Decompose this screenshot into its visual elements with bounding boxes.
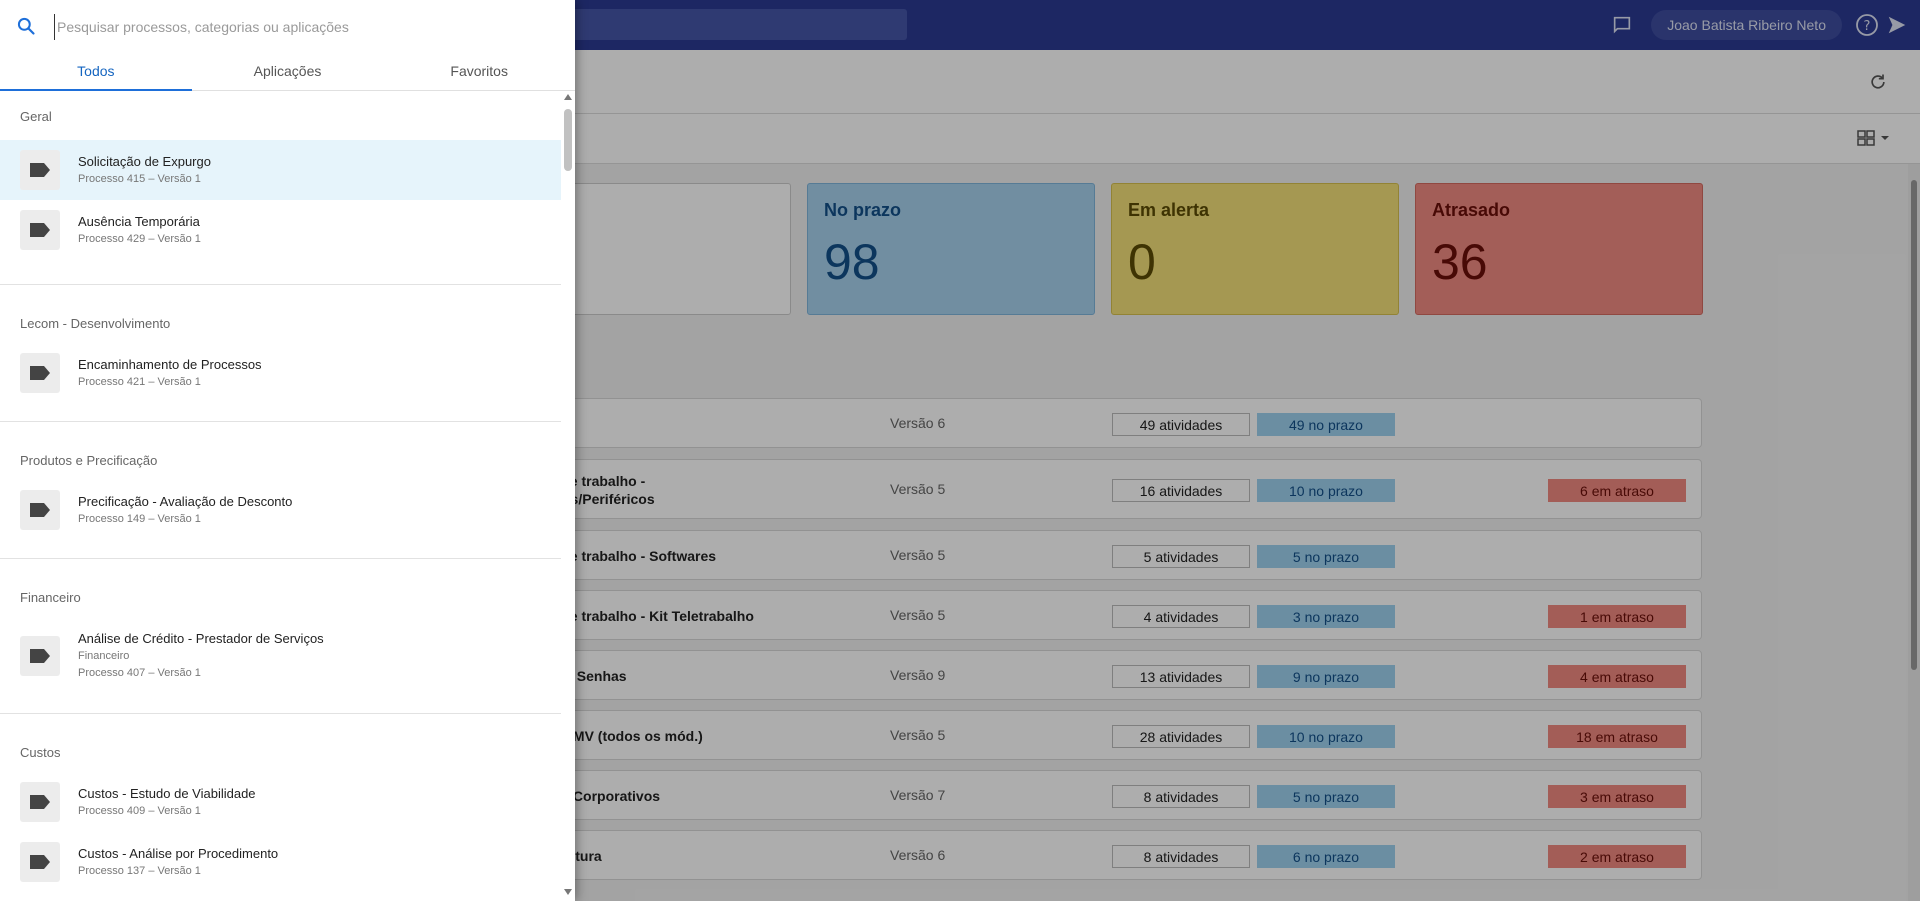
- process-name: Encaminhamento de Processos: [78, 356, 262, 372]
- tag-icon: [20, 490, 60, 530]
- process-list-item[interactable]: Encaminhamento de Processos Processo 421 …: [0, 343, 561, 403]
- process-meta: Processo 409 – Versão 1: [78, 804, 201, 817]
- group-title: Lecom - Desenvolvimento: [20, 316, 171, 331]
- process-list-item[interactable]: Ausência Temporária Processo 429 – Versão…: [0, 200, 561, 260]
- process-list-item[interactable]: Precificação - Avaliação de Desconto Proc…: [0, 480, 561, 540]
- tab-todos[interactable]: Todos: [0, 52, 192, 91]
- group-title: Custos: [20, 745, 61, 760]
- process-name: Análise de Crédito - Prestador de Serviç…: [78, 631, 324, 646]
- process-category: Financeiro: [78, 650, 130, 662]
- process-meta: Processo 421 – Versão 1: [78, 375, 201, 388]
- tag-icon: [20, 353, 60, 393]
- process-group: Geral Solicitação de Expurgo Processo 415 …: [0, 92, 561, 285]
- tab-aplicacoes[interactable]: Aplicações: [192, 52, 384, 90]
- process-group: Custos Custos - Estudo de Viabilidade Proc…: [0, 714, 561, 901]
- search-input[interactable]: [54, 14, 554, 40]
- process-list: Geral Solicitação de Expurgo Processo 415 …: [0, 92, 561, 901]
- scroll-down-arrow[interactable]: [564, 889, 572, 895]
- process-name: Ausência Temporária: [78, 213, 200, 229]
- drawer-search-bar: [0, 0, 575, 52]
- process-list-item[interactable]: Custos - Estudo de Viabilidade Processo 4…: [0, 772, 561, 832]
- process-meta: Processo 429 – Versão 1: [78, 232, 201, 245]
- drawer-scrollbar[interactable]: [561, 92, 575, 901]
- process-name: Custos - Estudo de Viabilidade: [78, 785, 256, 801]
- process-meta: Processo 137 – Versão 1: [78, 864, 201, 877]
- process-meta: Processo 149 – Versão 1: [78, 512, 201, 525]
- scrollbar-thumb[interactable]: [564, 109, 572, 171]
- tag-icon: [20, 150, 60, 190]
- process-group: Lecom - Desenvolvimento Encaminhamento de…: [0, 285, 561, 422]
- group-title: Financeiro: [20, 590, 81, 605]
- process-list-item[interactable]: Solicitação de Expurgo Processo 415 – Ver…: [0, 140, 561, 200]
- tag-icon: [20, 210, 60, 250]
- process-meta: Processo 407 – Versão 1: [78, 667, 201, 679]
- process-name: Precificação - Avaliação de Desconto: [78, 493, 293, 509]
- tab-favoritos[interactable]: Favoritos: [383, 52, 575, 90]
- process-group: Produtos e Precificação Precificação - Av…: [0, 422, 561, 559]
- process-name: Solicitação de Expurgo: [78, 153, 211, 169]
- group-title: Produtos e Precificação: [20, 453, 158, 468]
- tag-icon: [20, 636, 60, 676]
- tag-icon: [20, 842, 60, 882]
- process-list-item[interactable]: Análise de Crédito - Prestador de Serviç…: [0, 617, 561, 695]
- group-title: Geral: [20, 109, 52, 124]
- process-meta: Processo 415 – Versão 1: [78, 172, 201, 185]
- drawer-tabs: Todos Aplicações Favoritos: [0, 52, 575, 91]
- search-icon: [17, 17, 35, 35]
- process-group: Financeiro Análise de Crédito - Prestador…: [0, 559, 561, 714]
- scroll-up-arrow[interactable]: [564, 94, 572, 100]
- tag-icon: [20, 782, 60, 822]
- process-name: Custos - Análise por Procedimento: [78, 845, 279, 861]
- process-list-item[interactable]: Custos - Análise por Procedimento Process…: [0, 832, 561, 892]
- process-drawer: Todos Aplicações Favoritos Geral Solicita…: [0, 0, 575, 901]
